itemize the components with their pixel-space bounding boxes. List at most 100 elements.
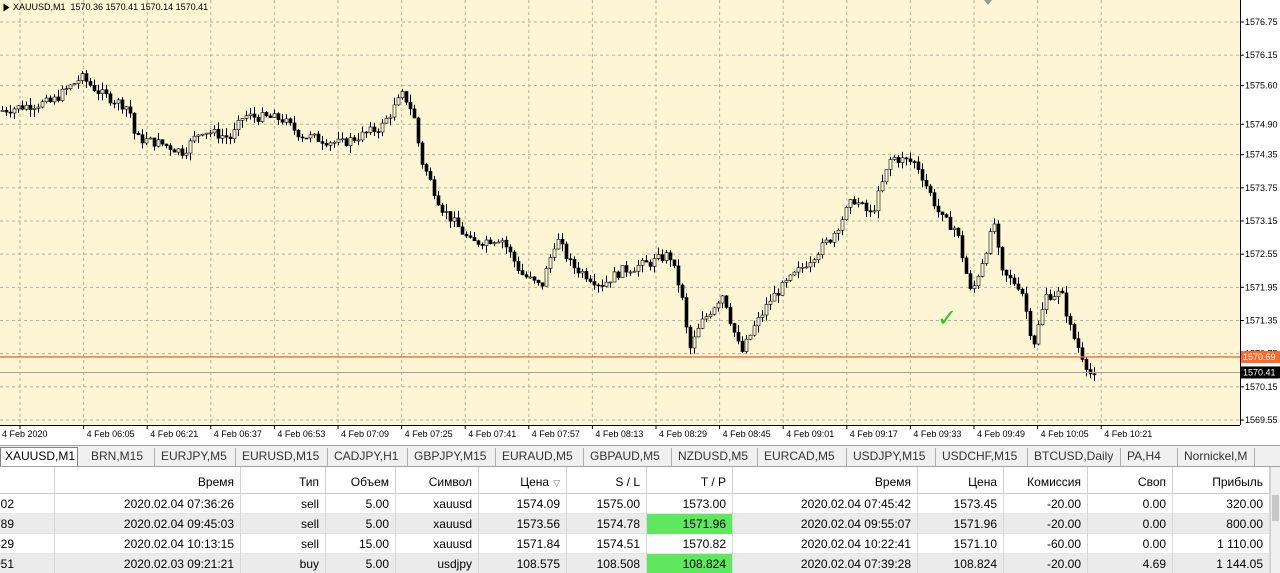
chart-tab[interactable]: EURJPY,M5 — [157, 448, 236, 466]
candle-body — [712, 307, 717, 315]
cell-close-time: 2020.02.04 10:22:41 — [733, 534, 918, 554]
candle-body — [680, 284, 685, 298]
candle-body — [352, 137, 357, 141]
column-header-label: Время — [197, 475, 234, 489]
cell-price: 108.575 — [479, 554, 567, 573]
candle-body — [336, 138, 341, 143]
candle-body — [892, 157, 897, 160]
candle-body — [52, 96, 57, 103]
candle-body — [740, 340, 745, 352]
candle-body — [496, 241, 501, 244]
candle-body — [552, 248, 557, 258]
column-header[interactable]: T / P — [647, 467, 733, 494]
chart-tab[interactable]: Nornickel,M — [1180, 448, 1255, 466]
candle-body — [772, 293, 777, 302]
candle-body — [444, 211, 449, 213]
chart-tab[interactable]: USDJPY,M15 — [849, 448, 936, 466]
candlestick-chart[interactable]: 1576.75 1576.15 1575.60 1574.90 1574.35 1573.… — [0, 0, 1280, 445]
candle-body — [308, 134, 313, 139]
candle-body — [804, 266, 809, 269]
chart-tab[interactable]: PA,H4 — [1123, 448, 1178, 466]
candle-body — [244, 115, 249, 119]
candle-body — [172, 149, 177, 153]
table-row[interactable]: 4292020.02.04 10:13:15sell15.00xauusd157… — [0, 534, 1270, 554]
column-header[interactable]: Тип — [241, 467, 326, 494]
chart-tab[interactable]: GBPJPY,M15 — [410, 448, 496, 466]
candle-body — [272, 113, 277, 118]
candle-body — [408, 101, 413, 110]
candle-body — [112, 102, 117, 105]
candle-body — [752, 325, 757, 336]
chart-tab[interactable]: GBPAUD,M5 — [586, 448, 672, 466]
chart-tab[interactable]: XAUUSD,M1 — [0, 447, 78, 466]
candle-body — [736, 331, 741, 342]
candle-body — [952, 227, 957, 230]
candle-body — [32, 107, 37, 110]
cell-close-price: 1571.10 — [918, 534, 1004, 554]
column-header-label: Тип — [298, 475, 319, 489]
chart-tab[interactable]: USDCHF,M15 — [938, 448, 1028, 466]
chart-tab[interactable]: BTCUSD,Daily — [1030, 448, 1121, 466]
chart-tab[interactable]: NZDUSD,M5 — [674, 448, 758, 466]
candle-body — [620, 265, 625, 278]
candle-body — [748, 334, 753, 340]
candle-body — [396, 97, 401, 106]
cell-symbol: xauusd — [396, 494, 479, 514]
cell-swap: 4.69 — [1088, 554, 1173, 573]
table-row[interactable]: 7022020.02.04 07:36:26sell5.00xauusd1574… — [0, 494, 1270, 514]
column-header[interactable]: Символ — [396, 467, 479, 494]
column-header[interactable] — [0, 467, 55, 494]
candle-body — [1084, 359, 1089, 370]
column-header[interactable]: S / L — [567, 467, 647, 494]
cell-open-time: 2020.02.03 09:21:21 — [55, 554, 241, 573]
price-tick-label: 1571.95 — [1245, 282, 1278, 292]
candle-body — [372, 126, 377, 132]
candle-body — [76, 80, 81, 84]
candle-body — [528, 276, 533, 279]
candle-body — [1092, 373, 1097, 376]
candle-body — [468, 235, 473, 238]
candle-body — [916, 161, 921, 170]
cell-close-time: 2020.02.04 07:39:28 — [733, 554, 918, 573]
chart-tab[interactable]: EURCAD,M5 — [760, 448, 847, 466]
candle-body — [268, 115, 273, 118]
candle-body — [356, 139, 361, 142]
candle-body — [976, 276, 981, 287]
cell-close-time: 2020.02.04 09:55:07 — [733, 514, 918, 534]
column-header[interactable]: Время — [55, 467, 241, 494]
column-header[interactable]: Цена — [918, 467, 1004, 494]
column-header[interactable]: Прибыль — [1173, 467, 1270, 494]
candle-body — [196, 134, 201, 137]
chart-tab[interactable]: BRN,M15 — [87, 448, 155, 466]
candle-body — [280, 119, 285, 123]
candle-body — [988, 231, 993, 254]
candle-body — [100, 89, 105, 94]
candle-body — [1028, 311, 1033, 337]
table-row[interactable]: 0512020.02.03 09:21:21buy5.00usdjpy108.5… — [0, 554, 1270, 573]
candle-body — [704, 316, 709, 320]
candle-body — [744, 338, 749, 352]
candle-body — [448, 211, 453, 222]
candle-body — [764, 304, 769, 316]
column-header[interactable]: Время — [733, 467, 918, 494]
candle-body — [512, 251, 517, 262]
table-scrollbar[interactable] — [1270, 467, 1280, 573]
chart-tab[interactable]: EURUSD,M15 — [238, 448, 328, 466]
chart-tab[interactable]: EURAUD,M5 — [498, 448, 584, 466]
candle-body — [792, 271, 797, 276]
price-chart[interactable]: 1576.75 1576.15 1575.60 1574.90 1574.35 1573.… — [0, 0, 1280, 445]
time-tick-label: 4 Feb 07:25 — [405, 429, 453, 439]
column-header[interactable]: Цена ▽ — [479, 467, 567, 494]
candle-body — [1056, 290, 1061, 297]
cell-symbol: xauusd — [396, 514, 479, 534]
scrollbar-thumb[interactable] — [1272, 495, 1279, 521]
candle-body — [720, 295, 725, 304]
candle-body — [932, 192, 937, 207]
candle-body — [360, 131, 365, 141]
table-row[interactable]: 7892020.02.04 09:45:03sell5.00xauusd1573… — [0, 514, 1270, 534]
candle-body — [1044, 294, 1049, 310]
chart-tab[interactable]: CADJPY,H1 — [330, 448, 408, 466]
column-header[interactable]: Комиссия — [1004, 467, 1088, 494]
column-header[interactable]: Объем — [326, 467, 396, 494]
column-header[interactable]: Своп — [1088, 467, 1173, 494]
